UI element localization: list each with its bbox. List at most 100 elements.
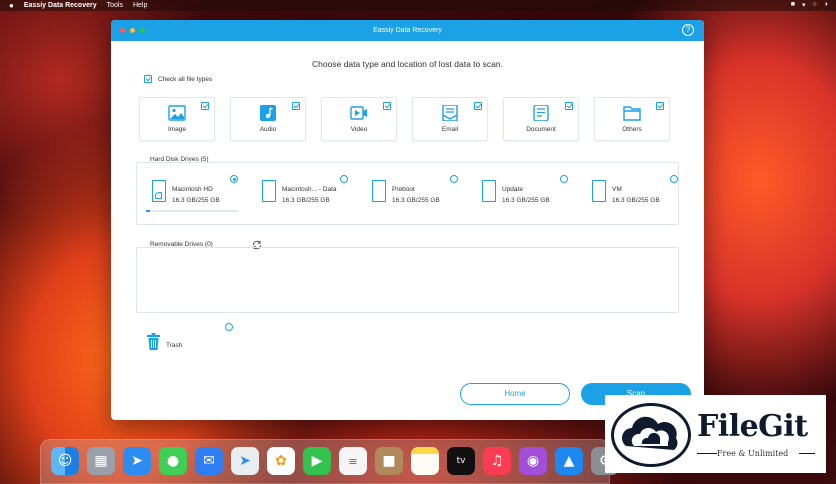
drive-radio[interactable] xyxy=(340,175,348,183)
drive-size: 16.3 GB/255 GB xyxy=(282,197,330,204)
removable-drives-panel xyxy=(136,247,679,313)
hard-drive-icon xyxy=(482,180,496,202)
reminders-icon[interactable]: ≡ xyxy=(339,447,367,475)
drive-name: Update xyxy=(502,186,523,193)
apple-menu-icon[interactable]: ● xyxy=(9,1,14,10)
notes-book-icon[interactable]: ■ xyxy=(375,447,403,475)
file-type-video[interactable]: Video xyxy=(321,97,397,141)
wifi-icon[interactable]: ▾ xyxy=(802,1,806,9)
drive-radio[interactable] xyxy=(450,175,458,183)
drive-name: VM xyxy=(612,186,622,193)
menu-bar: ● Eassiy Data Recovery Tools Help ■ ▾ ○ … xyxy=(0,0,836,11)
drive-macintosh-data[interactable]: Macintosh... - Data 16.3 GB/255 GB xyxy=(256,175,356,215)
audio-icon xyxy=(260,105,276,121)
file-type-label: Document xyxy=(526,126,556,133)
drive-macintosh-hd[interactable]: Macintosh HD 16.3 GB/255 GB xyxy=(146,175,246,215)
file-type-label: Audio xyxy=(259,126,277,133)
zoom-window-button[interactable] xyxy=(140,28,145,33)
file-type-image[interactable]: Image xyxy=(139,97,215,141)
minimize-window-button[interactable] xyxy=(130,28,135,33)
scan-prompt: Choose data type and location of lost da… xyxy=(312,59,503,69)
file-type-email[interactable]: Email xyxy=(412,97,488,141)
search-icon[interactable]: ○ xyxy=(813,1,817,9)
music-icon[interactable]: ♫ xyxy=(483,447,511,475)
trash-radio[interactable] xyxy=(225,323,233,331)
drive-name: Macintosh HD xyxy=(172,186,213,193)
drive-vm[interactable]: VM 16.3 GB/255 GB xyxy=(586,175,686,215)
menubar-status-icon[interactable]: ■ xyxy=(791,1,795,9)
others-checkbox[interactable] xyxy=(656,102,664,110)
menu-help[interactable]: Help xyxy=(133,2,147,9)
image-checkbox[interactable] xyxy=(201,102,209,110)
email-icon xyxy=(442,105,458,121)
file-type-label: Image xyxy=(167,126,187,133)
app-store-icon[interactable]: ▲ xyxy=(555,447,583,475)
photos-icon[interactable]: ✿ xyxy=(267,447,295,475)
email-checkbox[interactable] xyxy=(474,102,482,110)
apple-tv-label: tv xyxy=(456,456,466,466)
app-window: Eassiy Data Recovery ? Choose data type … xyxy=(111,20,704,420)
menu-app-name[interactable]: Eassiy Data Recovery xyxy=(24,2,97,9)
trash-icon xyxy=(147,333,160,350)
file-type-audio[interactable]: Audio xyxy=(230,97,306,141)
file-type-label: Video xyxy=(350,126,368,133)
title-bar: Eassiy Data Recovery ? xyxy=(111,20,704,41)
hard-drive-icon xyxy=(372,180,386,202)
drive-name: Macintosh... - Data xyxy=(282,186,337,193)
trash-label: Trash xyxy=(166,342,183,349)
podcasts-icon[interactable]: ◉ xyxy=(519,447,547,475)
file-type-label: Email xyxy=(441,126,459,133)
control-center-icon[interactable]: ◑ xyxy=(824,1,828,9)
dock: ☺ ▦ ➤ ● ✉ ➤ ✿ ▶ ≡ ■ tv ♫ ◉ ▲ ⚙ xyxy=(40,439,619,484)
drive-size: 16.3 GB/255 GB xyxy=(502,197,550,204)
hard-disk-drives-panel: Macintosh HD 16.3 GB/255 GB Macintosh...… xyxy=(136,162,679,225)
menu-tools[interactable]: Tools xyxy=(107,2,123,9)
drive-radio[interactable] xyxy=(670,175,678,183)
watermark-rule-left xyxy=(697,453,717,454)
launchpad-icon[interactable]: ▦ xyxy=(87,447,115,475)
watermark-title: FileGit xyxy=(697,409,808,444)
check-all-checkbox[interactable] xyxy=(144,75,152,83)
drive-preboot[interactable]: Preboot 16.3 GB/255 GB xyxy=(366,175,466,215)
notes-icon[interactable] xyxy=(411,447,439,475)
drive-size: 16.3 GB/255 GB xyxy=(172,197,220,204)
document-checkbox[interactable] xyxy=(565,102,573,110)
drive-update[interactable]: Update 16.3 GB/255 GB xyxy=(476,175,576,215)
facetime-icon[interactable]: ▶ xyxy=(303,447,331,475)
hard-drive-icon xyxy=(152,180,166,202)
file-type-document[interactable]: Document xyxy=(503,97,579,141)
folder-icon xyxy=(623,106,641,121)
drive-radio[interactable] xyxy=(230,175,238,183)
finder-icon[interactable]: ☺ xyxy=(51,447,79,475)
watermark-rule-right xyxy=(799,453,815,454)
check-all-file-types[interactable]: Check all file types xyxy=(144,75,212,83)
maps-icon[interactable]: ➤ xyxy=(231,447,259,475)
close-window-button[interactable] xyxy=(120,28,125,33)
hard-drive-icon xyxy=(262,180,276,202)
window-title: Eassiy Data Recovery xyxy=(373,27,442,34)
image-icon xyxy=(168,105,186,121)
drive-usage-bar xyxy=(146,210,238,212)
file-type-others[interactable]: Others xyxy=(594,97,670,141)
drive-size: 16.3 GB/255 GB xyxy=(392,197,440,204)
trash-location[interactable]: Trash xyxy=(147,333,247,363)
file-type-grid: Image Audio Video Email Document Others xyxy=(139,97,671,141)
audio-checkbox[interactable] xyxy=(292,102,300,110)
filegit-logo-icon xyxy=(611,403,691,467)
filegit-watermark: FileGit Free & Unlimited xyxy=(605,395,826,473)
file-type-label: Others xyxy=(622,126,642,133)
document-icon xyxy=(533,105,549,121)
hard-drive-icon xyxy=(592,180,606,202)
video-checkbox[interactable] xyxy=(383,102,391,110)
apple-tv-icon[interactable]: tv xyxy=(447,447,475,475)
mail-icon[interactable]: ✉ xyxy=(195,447,223,475)
cloud-logo-icon xyxy=(622,416,678,450)
watermark-subtitle: Free & Unlimited xyxy=(717,449,789,458)
drive-name: Preboot xyxy=(392,186,415,193)
drive-radio[interactable] xyxy=(560,175,568,183)
help-button[interactable]: ? xyxy=(682,24,694,36)
messages-icon[interactable]: ● xyxy=(159,447,187,475)
safari-icon[interactable]: ➤ xyxy=(123,447,151,475)
home-button[interactable]: Home xyxy=(460,383,570,405)
check-all-label: Check all file types xyxy=(158,75,213,83)
